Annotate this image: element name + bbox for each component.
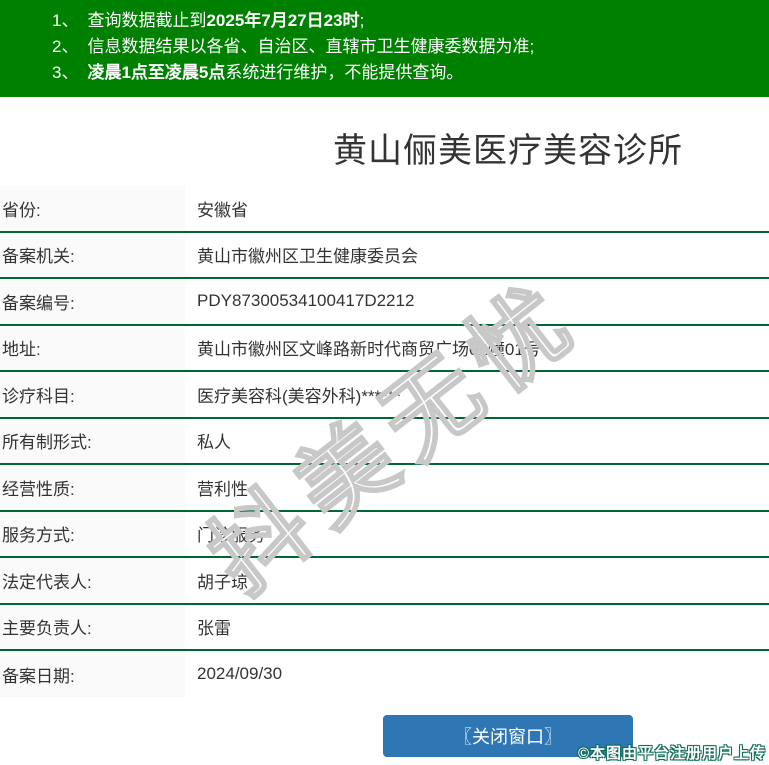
notice-text-bold: 凌晨1点至凌晨5点 [87, 63, 225, 82]
row-value: 黄山市徽州区文峰路新时代商贸广场02幢01号 [185, 326, 769, 371]
row-value: 2024/09/30 [185, 651, 769, 698]
table-row-province: 省份: 安徽省 [0, 186, 769, 233]
table-row-business-nature: 经营性质: 营利性 [0, 465, 769, 512]
row-label: 所有制形式: [0, 419, 185, 464]
row-label: 备案编号: [0, 279, 185, 324]
notice-text: 信息数据结果以各省、自治区、直辖市卫生健康委数据为准; [87, 37, 534, 56]
notice-number: 2、 [52, 37, 78, 56]
notice-line-2: 2、信息数据结果以各省、自治区、直辖市卫生健康委数据为准; [0, 34, 769, 60]
row-label: 诊疗科目: [0, 372, 185, 417]
table-row-ownership: 所有制形式: 私人 [0, 419, 769, 466]
row-value: 医疗美容科(美容外科)****** [185, 372, 769, 417]
row-label: 备案日期: [0, 651, 185, 698]
notice-number: 1、 [52, 11, 78, 30]
page-title: 黄山俪美医疗美容诊所 [0, 97, 769, 166]
notice-line-1: 1、查询数据截止到2025年7月27日23时; [0, 8, 769, 34]
notice-text: ; [360, 11, 365, 30]
row-label: 主要负责人: [0, 605, 185, 650]
notice-text-bold: 2025年7月27日23时 [206, 11, 359, 30]
table-row-address: 地址: 黄山市徽州区文峰路新时代商贸广场02幢01号 [0, 326, 769, 373]
row-label: 备案机关: [0, 233, 185, 278]
row-value: 营利性 [185, 465, 769, 510]
notice-banner: 1、查询数据截止到2025年7月27日23时; 2、信息数据结果以各省、自治区、… [0, 0, 769, 97]
notice-number: 3、 [52, 63, 78, 82]
table-row-record-number: 备案编号: PDY87300534100417D2212 [0, 279, 769, 326]
registration-table: 省份: 安徽省 备案机关: 黄山市徽州区卫生健康委员会 备案编号: PDY873… [0, 186, 769, 698]
table-row-service-mode: 服务方式: 门诊服务 [0, 512, 769, 559]
row-value: 私人 [185, 419, 769, 464]
table-row-person-in-charge: 主要负责人: 张雷 [0, 605, 769, 652]
upload-credit-text: ©本图由平台注册用户上传 [578, 742, 766, 763]
row-value: 黄山市徽州区卫生健康委员会 [185, 233, 769, 278]
row-value: PDY87300534100417D2212 [185, 279, 769, 324]
query-result-content: 黄山俪美医疗美容诊所 省份: 安徽省 备案机关: 黄山市徽州区卫生健康委员会 备… [0, 97, 769, 757]
row-value: 门诊服务 [185, 512, 769, 557]
row-label: 经营性质: [0, 465, 185, 510]
row-value: 安徽省 [185, 186, 769, 231]
notice-line-3: 3、凌晨1点至凌晨5点系统进行维护，不能提供查询。 [0, 60, 769, 86]
row-label: 法定代表人: [0, 558, 185, 603]
row-label: 地址: [0, 326, 185, 371]
row-label: 省份: [0, 186, 185, 231]
row-value: 张雷 [185, 605, 769, 650]
table-row-departments: 诊疗科目: 医疗美容科(美容外科)****** [0, 372, 769, 419]
row-label: 服务方式: [0, 512, 185, 557]
table-row-authority: 备案机关: 黄山市徽州区卫生健康委员会 [0, 233, 769, 280]
table-row-legal-representative: 法定代表人: 胡子琼 [0, 558, 769, 605]
notice-text: 系统进行维护，不能提供查询。 [225, 63, 463, 82]
notice-text: 查询数据截止到 [87, 11, 206, 30]
row-value: 胡子琼 [185, 558, 769, 603]
table-row-record-date: 备案日期: 2024/09/30 [0, 651, 769, 698]
